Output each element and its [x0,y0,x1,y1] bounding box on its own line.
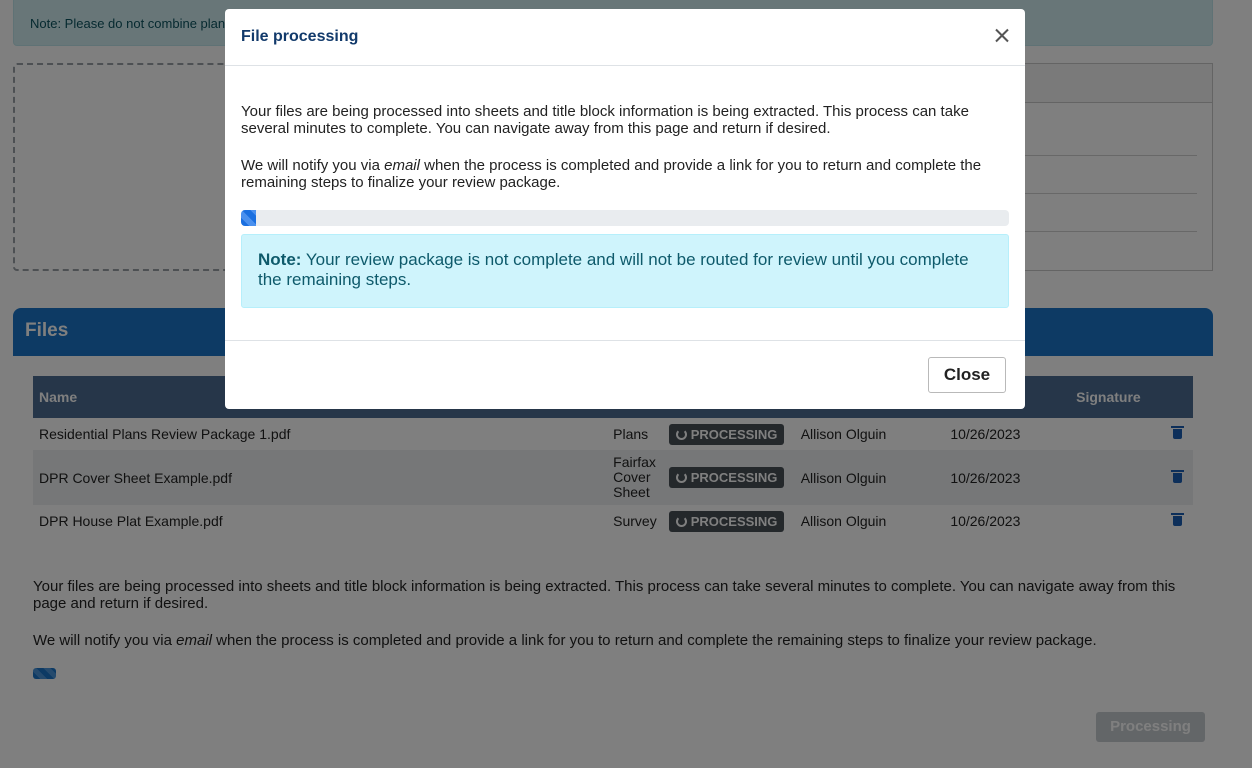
modal-header: File processing [225,9,1025,66]
close-icon[interactable] [993,26,1011,44]
modal-footer: Close [225,340,1025,409]
progress-fill [241,210,257,226]
modal-progress-bar [241,210,1009,226]
modal-notify-message: We will notify you via email when the pr… [241,157,982,191]
modal-title: File processing [241,28,359,45]
incomplete-note: Note: Your review package is not complet… [241,234,1009,308]
modal-processing-message: Your files are being processed into shee… [241,103,969,137]
close-button[interactable]: Close [928,357,1006,393]
file-processing-modal: File processing Your files are being pro… [225,9,1025,409]
